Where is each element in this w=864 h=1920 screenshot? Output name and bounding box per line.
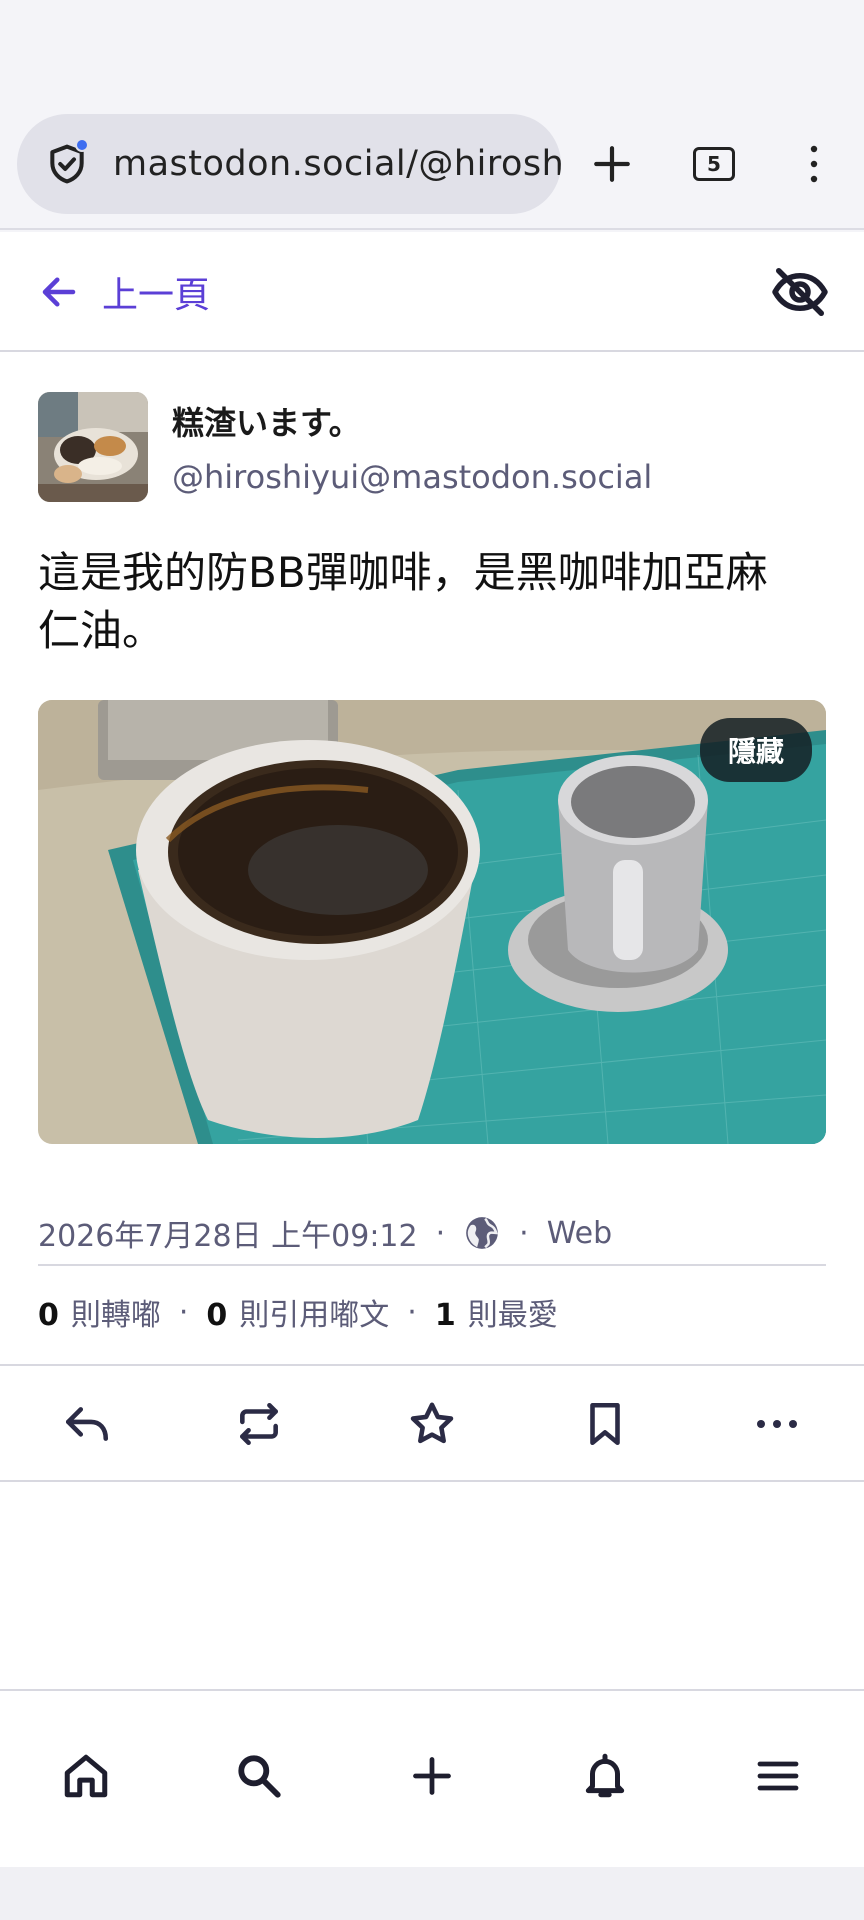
boosts-count-link[interactable]: 0 則轉嘟 [38, 1290, 161, 1334]
media-attachment[interactable]: 隱藏 [38, 700, 826, 1144]
count-separator: · [407, 1294, 417, 1330]
post-timestamp[interactable]: 2026年7月28日 上午09:12 [38, 1211, 418, 1255]
tab-count: 5 [693, 147, 735, 181]
bottom-navigation [0, 1689, 864, 1867]
boosts-label: 則轉嘟 [70, 1298, 161, 1333]
new-tab-button[interactable] [562, 114, 662, 214]
post-client: Web [546, 1215, 613, 1251]
post-counts: 0 則轉嘟 · 0 則引用嘟文 · 1 則最愛 [38, 1290, 558, 1334]
hide-media-toggle[interactable] [770, 262, 830, 322]
back-label: 上一頁 [102, 275, 211, 316]
favourite-button[interactable] [402, 1394, 462, 1454]
nav-notifications[interactable] [570, 1741, 640, 1811]
nav-compose[interactable] [397, 1741, 467, 1811]
quotes-count: 0 [206, 1298, 228, 1333]
favourites-count-link[interactable]: 1 則最愛 [435, 1290, 558, 1334]
status-bar [0, 0, 864, 100]
quotes-count-link[interactable]: 0 則引用嘟文 [206, 1290, 389, 1334]
post-meta: 2026年7月28日 上午09:12 · · Web [38, 1202, 826, 1266]
boosts-count: 0 [38, 1298, 59, 1333]
bookmark-icon [590, 1402, 620, 1446]
post-action-bar [0, 1364, 864, 1482]
post-content: 這是我的防BB彈咖啡，是黑咖啡加亞麻 仁油。 [38, 544, 828, 660]
display-name: 糕渣います。 [172, 404, 361, 442]
reply-icon [65, 1407, 109, 1441]
bell-icon [585, 1753, 625, 1798]
boost-icon [240, 1402, 278, 1446]
mastodon-app: 上一頁 糕渣います。 @hiroshiyui@mastodon.social 這… [0, 232, 864, 1867]
avatar[interactable] [38, 392, 148, 502]
more-vertical-icon [810, 145, 818, 183]
address-bar[interactable]: mastodon.social/@hiroshiyui [17, 114, 561, 214]
boost-button[interactable] [229, 1394, 289, 1454]
notification-dot-icon [75, 138, 89, 152]
search-icon [238, 1755, 281, 1798]
plus-icon [413, 1757, 451, 1795]
globe-icon [466, 1217, 499, 1249]
meta-separator: · [519, 1215, 529, 1251]
favourites-label: 則最愛 [467, 1298, 558, 1333]
browser-toolbar: mastodon.social/@hiroshiyui 5 [0, 100, 864, 230]
home-icon [64, 1754, 108, 1798]
tabs-button[interactable]: 5 [664, 114, 764, 214]
quotes-label: 則引用嘟文 [239, 1298, 390, 1333]
nav-menu[interactable] [743, 1741, 813, 1811]
count-separator: · [178, 1294, 189, 1330]
nav-search[interactable] [224, 1741, 294, 1811]
browser-menu-button[interactable] [764, 114, 864, 214]
more-horizontal-icon [757, 1420, 797, 1428]
bookmark-button[interactable] [575, 1394, 635, 1454]
hide-media-button[interactable]: 隱藏 [699, 718, 812, 782]
eye-off-icon [772, 268, 828, 316]
site-security-icon[interactable] [45, 138, 89, 186]
more-options-button[interactable] [747, 1394, 807, 1454]
nav-home[interactable] [51, 1741, 121, 1811]
post-text-line: 這是我的防BB彈咖啡，是黑咖啡加亞麻 [38, 548, 768, 597]
post-text-line: 仁油。 [38, 606, 165, 655]
post-author[interactable]: 糕渣います。 @hiroshiyui@mastodon.social [38, 392, 652, 502]
meta-separator: · [435, 1215, 446, 1251]
column-header: 上一頁 [0, 232, 864, 352]
hamburger-menu-icon [757, 1761, 799, 1791]
url-text: mastodon.social/@hiroshiyui [113, 144, 561, 184]
favourites-count: 1 [434, 1298, 456, 1333]
system-gesture-bar [0, 1867, 864, 1920]
plus-icon [594, 146, 630, 182]
account-handle: @hiroshiyui@mastodon.social [172, 458, 653, 496]
star-icon [410, 1402, 454, 1444]
arrow-left-icon [42, 277, 76, 307]
reply-button[interactable] [57, 1394, 117, 1454]
back-button[interactable]: 上一頁 [38, 266, 210, 318]
